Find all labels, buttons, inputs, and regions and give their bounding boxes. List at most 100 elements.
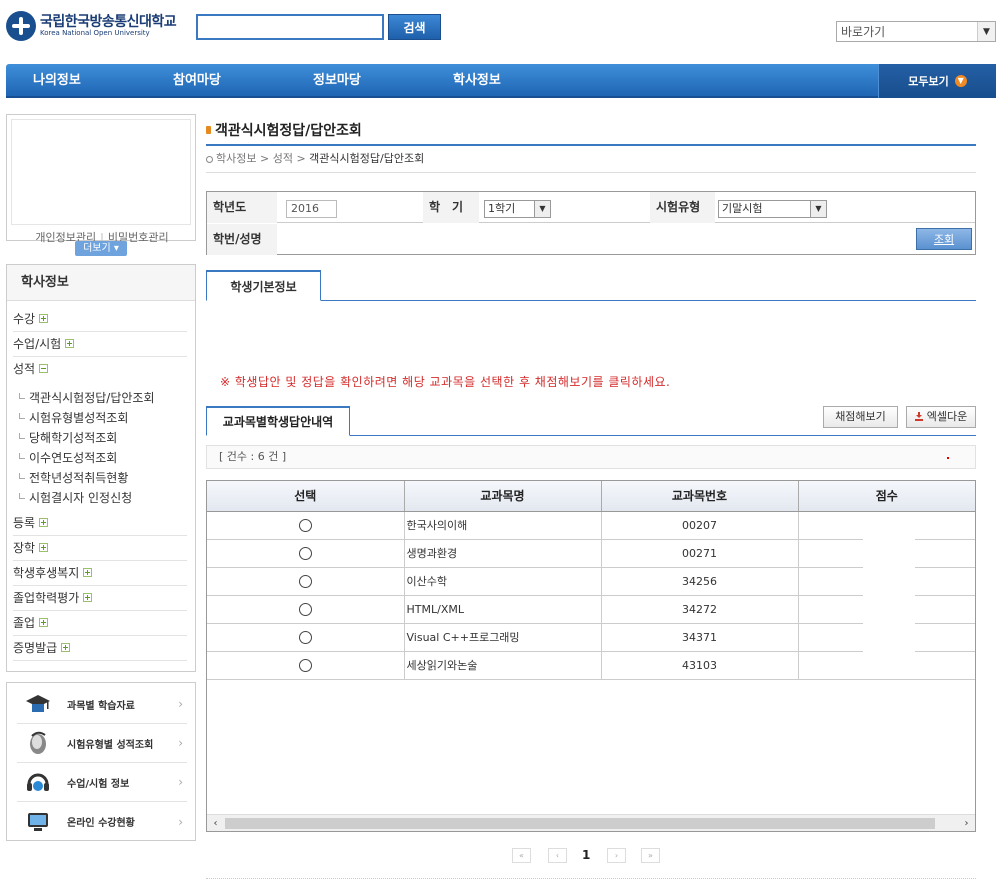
search-input[interactable] — [196, 14, 384, 40]
logo[interactable]: 국립한국방송통신대학교 Korea National Open Universi… — [6, 10, 186, 42]
breadcrumb-item[interactable]: 성적 — [273, 152, 293, 165]
current-page[interactable]: 1 — [582, 848, 590, 862]
quick-label: 수업/시험 정보 — [67, 778, 130, 790]
excel-download-button[interactable]: 엑셀다운 — [906, 406, 976, 428]
chevron-right-icon: › — [178, 814, 183, 829]
lnb-label: 졸업학력평가 — [13, 591, 80, 605]
row-radio[interactable] — [298, 602, 312, 616]
shortcut-select[interactable]: 바로가기 ▼ — [836, 21, 996, 42]
breadcrumb-divider — [206, 172, 976, 173]
download-icon — [914, 412, 923, 421]
year-input[interactable]: 2016 — [286, 200, 337, 218]
lnb-item-scholarship[interactable]: 장학 — [13, 536, 187, 561]
lnb-item-class-exam[interactable]: 수업/시험 — [13, 332, 187, 357]
scroll-right-icon[interactable]: › — [958, 815, 975, 831]
grade-button[interactable]: 채점해보기 — [823, 406, 898, 428]
course-name-cell: Visual C++프로그래밍 — [404, 623, 602, 652]
row-radio[interactable] — [298, 574, 312, 588]
table-row[interactable]: HTML/XML 34272 — [207, 595, 975, 624]
lnb-item-certificate[interactable]: 증명발급 — [13, 636, 187, 661]
lnb-label: 장학 — [13, 541, 36, 555]
course-name-cell: 이산수학 — [404, 567, 602, 596]
course-name-cell: 생명과환경 — [404, 539, 602, 568]
lnb-sub-item-exam-type-grades[interactable]: 시험유형별성적조회 — [19, 408, 128, 428]
inquiry-button[interactable]: 조회 — [916, 228, 972, 250]
first-page-icon[interactable]: « — [512, 848, 531, 863]
lnb-item-graduation[interactable]: 졸업 — [13, 611, 187, 636]
horizontal-scrollbar[interactable]: ‹ › — [207, 814, 975, 831]
course-name-cell: HTML/XML — [404, 595, 602, 624]
gnb-item-information[interactable]: 정보마당 — [313, 64, 361, 98]
score-cell — [798, 511, 975, 540]
university-emblem-icon — [6, 11, 36, 41]
course-code-cell: 00271 — [601, 539, 799, 568]
notice-text: ※ 학생답안 및 정답을 확인하려면 해당 교과목을 선택한 후 채점해보기를 … — [220, 375, 671, 389]
table-row[interactable]: 생명과환경 00271 — [207, 539, 975, 568]
score-cell — [798, 539, 975, 568]
lnb-sub-item-all-year-status[interactable]: 전학년성적취득현황 — [19, 468, 128, 488]
lnb-item-registration[interactable]: 등록 — [13, 511, 187, 536]
scroll-thumb[interactable] — [225, 818, 935, 829]
next-page-icon[interactable]: › — [607, 848, 626, 863]
lnb-label: 수강 — [13, 312, 36, 326]
gnb-item-my-info[interactable]: 나의정보 — [33, 64, 81, 98]
bottom-divider — [206, 878, 976, 879]
tab-course-answers[interactable]: 교과목별학생답안내역 — [206, 406, 350, 436]
gnb-item-academic[interactable]: 학사정보 — [453, 64, 501, 98]
view-all-label: 모두보기 — [908, 75, 949, 88]
quick-item-online-status[interactable]: 온라인 수강현황 › — [17, 802, 187, 841]
row-radio[interactable] — [298, 658, 312, 672]
column-header-course-name: 교과목명 — [404, 481, 602, 512]
view-all-button[interactable]: 모두보기 ▼ — [878, 64, 996, 98]
course-code-cell: 00207 — [601, 511, 799, 540]
last-page-icon[interactable]: » — [641, 848, 660, 863]
gnb-item-participation[interactable]: 참여마당 — [173, 64, 221, 98]
search-button[interactable]: 검색 — [388, 14, 441, 40]
course-code-cell: 34371 — [601, 623, 799, 652]
table-row[interactable]: 이산수학 34256 — [207, 567, 975, 596]
left-nav-title: 학사정보 — [7, 265, 195, 301]
column-header-course-code: 교과목번호 — [601, 481, 799, 512]
breadcrumb-item[interactable]: 학사정보 — [216, 152, 256, 165]
row-radio[interactable] — [298, 630, 312, 644]
tree-branch-icon — [19, 473, 25, 479]
row-radio[interactable] — [298, 546, 312, 560]
chevron-down-icon: ▼ — [810, 201, 826, 217]
lnb-sub-label: 전학년성적취득현황 — [29, 471, 129, 485]
semester-select[interactable]: 1학기 ▼ — [484, 200, 551, 218]
quick-item-exam-type-grades[interactable]: 시험유형별 성적조회 › — [17, 724, 187, 763]
scroll-left-icon[interactable]: ‹ — [207, 815, 224, 831]
lnb-sub-item-objective-answers[interactable]: 객관식시험정답/답안조회 — [19, 388, 154, 408]
tree-branch-icon — [19, 433, 25, 439]
lnb-sub-label: 이수연도성적조회 — [29, 451, 118, 465]
expand-icon — [65, 339, 75, 348]
lnb-item-grades[interactable]: 성적 — [13, 357, 187, 382]
lnb-item-course[interactable]: 수강 — [13, 307, 187, 332]
shortcut-select-value: 바로가기 — [841, 25, 886, 39]
lnb-sub-item-absence-request[interactable]: 시험결시자 인정신청 — [19, 488, 132, 508]
row-radio[interactable] — [298, 518, 312, 532]
prev-page-icon[interactable]: ‹ — [548, 848, 567, 863]
lnb-sub-item-year-grades[interactable]: 이수연도성적조회 — [19, 448, 117, 468]
exam-type-select[interactable]: 기말시험 ▼ — [718, 200, 827, 218]
score-cell — [798, 567, 975, 596]
student-label: 학번/성명 — [207, 224, 277, 255]
table-row[interactable]: 세상읽기와논술 43103 — [207, 651, 975, 680]
chevron-right-icon: › — [178, 697, 183, 711]
score-cell — [798, 595, 975, 624]
quick-item-study-materials[interactable]: 과목별 학습자료 › — [17, 685, 187, 724]
collapse-icon — [39, 364, 49, 373]
more-button[interactable]: 더보기 ▾ — [75, 241, 127, 256]
lnb-item-graduation-eval[interactable]: 졸업학력평가 — [13, 586, 187, 611]
table-row[interactable]: 한국사의이해 00207 — [207, 511, 975, 540]
lnb-sub-item-semester-grades[interactable]: 당해학기성적조회 — [19, 428, 117, 448]
tab-student-basic-info[interactable]: 학생기본정보 — [206, 270, 321, 301]
expand-icon — [83, 593, 93, 602]
page-title: 객관식시험정답/답안조회 — [206, 120, 362, 140]
quick-item-class-exam-info[interactable]: 수업/시험 정보 › — [17, 763, 187, 802]
table-row[interactable]: Visual C++프로그래밍 34371 — [207, 623, 975, 652]
lnb-item-welfare[interactable]: 학생후생복지 — [13, 561, 187, 586]
monitor-icon — [28, 812, 48, 831]
home-icon — [206, 156, 213, 163]
breadcrumb-current: 객관식시험정답/답안조회 — [309, 152, 425, 165]
